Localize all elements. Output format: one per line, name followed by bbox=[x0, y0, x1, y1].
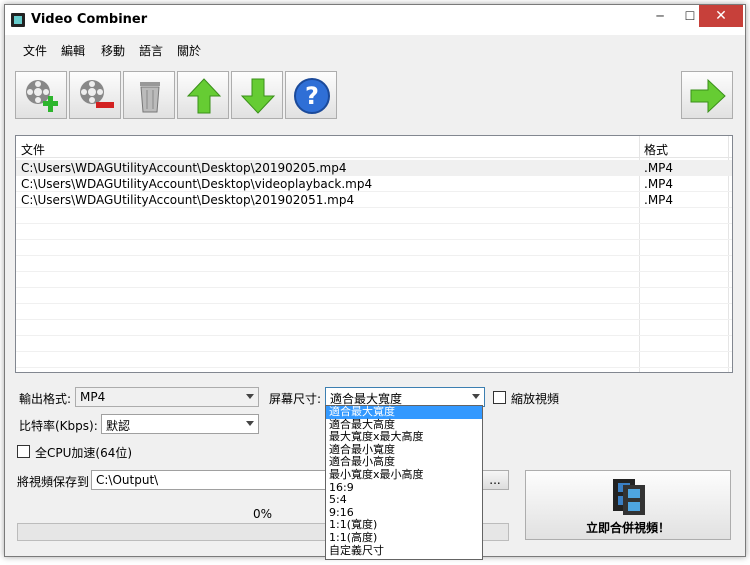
remove-video-button[interactable] bbox=[69, 71, 121, 119]
output-path-value: C:\Output\ bbox=[96, 473, 159, 487]
dropdown-option[interactable]: 最小寬度x最小高度 bbox=[326, 469, 482, 482]
row-file-path: C:\Users\WDAGUtilityAccount\Desktop\vide… bbox=[21, 177, 373, 191]
next-button[interactable] bbox=[681, 71, 733, 119]
trash-icon bbox=[140, 82, 160, 113]
scale-video-checkbox[interactable] bbox=[493, 391, 506, 404]
dropdown-option[interactable]: 適合最大寬度 bbox=[326, 406, 482, 419]
bitrate-select[interactable]: 默認 bbox=[101, 414, 259, 434]
cpu-accel-label: 全CPU加速(64位) bbox=[35, 446, 133, 460]
chevron-down-icon bbox=[246, 421, 254, 426]
dropdown-option[interactable]: 5:4 bbox=[326, 494, 482, 507]
empty-row bbox=[16, 352, 732, 368]
move-up-button[interactable] bbox=[177, 71, 229, 119]
output-format-label: 輸出格式: bbox=[19, 392, 72, 406]
empty-row bbox=[16, 224, 732, 240]
empty-row bbox=[16, 272, 732, 288]
empty-row bbox=[16, 256, 732, 272]
empty-row bbox=[16, 240, 732, 256]
save-to-label: 將視頻保存到 bbox=[17, 475, 90, 489]
arrow-up-icon bbox=[186, 78, 222, 114]
help-button[interactable]: ? bbox=[285, 71, 337, 119]
empty-row bbox=[16, 336, 732, 352]
empty-row bbox=[16, 288, 732, 304]
dropdown-option[interactable]: 自定義尺寸 bbox=[326, 544, 482, 558]
menu-about[interactable]: 關於 bbox=[177, 42, 201, 59]
chevron-down-icon bbox=[472, 394, 480, 399]
output-format-select[interactable]: MP4 bbox=[75, 387, 259, 407]
close-button[interactable]: ✕ bbox=[699, 5, 743, 27]
empty-row bbox=[16, 304, 732, 320]
title-bar: Video Combiner ─ ☐ ✕ bbox=[5, 5, 745, 35]
column-format-header[interactable]: 格式 bbox=[644, 141, 668, 158]
empty-row bbox=[16, 208, 732, 224]
menu-language[interactable]: 語言 bbox=[139, 42, 163, 59]
menu-bar: 文件 編輯 移動 語言 關於 bbox=[5, 39, 745, 59]
dropdown-option[interactable]: 1:1(高度) bbox=[326, 532, 482, 545]
add-video-icon bbox=[26, 80, 58, 112]
browse-button[interactable]: ... bbox=[481, 470, 509, 490]
screen-size-select[interactable]: 適合最大寬度 bbox=[325, 387, 485, 407]
screen-size-dropdown-list[interactable]: 適合最大寬度 適合最大高度 最大寬度x最大高度 適合最小寬度 適合最小高度 最小… bbox=[325, 405, 483, 560]
row-file-path: C:\Users\WDAGUtilityAccount\Desktop\2019… bbox=[21, 193, 355, 207]
chevron-down-icon bbox=[246, 394, 254, 399]
dropdown-option[interactable]: 16:9 bbox=[326, 481, 482, 495]
output-format-value: MP4 bbox=[80, 390, 106, 404]
menu-edit[interactable]: 編輯 bbox=[61, 42, 85, 59]
table-row[interactable]: C:\Users\WDAGUtilityAccount\Desktop\vide… bbox=[16, 176, 732, 192]
add-video-button[interactable] bbox=[15, 71, 67, 119]
screen-size-label: 屏幕尺寸: bbox=[269, 392, 322, 406]
film-strip-icon bbox=[613, 479, 645, 515]
list-header: 文件 格式 bbox=[16, 136, 732, 158]
app-logo-icon bbox=[11, 13, 25, 27]
combine-now-label: 立即合併視頻！ bbox=[585, 521, 670, 535]
bitrate-label: 比特率(Kbps): bbox=[19, 419, 98, 433]
app-window: Video Combiner ─ ☐ ✕ 文件 編輯 移動 語言 關於 ? 文件… bbox=[4, 4, 746, 560]
dropdown-option[interactable]: 最大寬度x最大高度 bbox=[326, 431, 482, 444]
menu-move[interactable]: 移動 bbox=[101, 42, 125, 59]
row-format: .MP4 bbox=[644, 161, 674, 175]
window-title: Video Combiner bbox=[31, 12, 148, 27]
table-row[interactable]: C:\Users\WDAGUtilityAccount\Desktop\2019… bbox=[16, 192, 732, 208]
table-row[interactable]: C:\Users\WDAGUtilityAccount\Desktop\2019… bbox=[16, 160, 732, 176]
column-file-header[interactable]: 文件 bbox=[21, 141, 45, 158]
svg-text:?: ? bbox=[305, 82, 319, 110]
move-down-button[interactable] bbox=[231, 71, 283, 119]
combine-now-button[interactable]: 立即合併視頻！ bbox=[525, 470, 731, 540]
help-icon: ? bbox=[294, 78, 330, 114]
bitrate-value: 默認 bbox=[106, 419, 131, 433]
progress-text: 0% bbox=[253, 507, 273, 521]
clear-list-button[interactable] bbox=[123, 71, 175, 119]
row-file-path: C:\Users\WDAGUtilityAccount\Desktop\2019… bbox=[21, 161, 347, 175]
file-list[interactable]: 文件 格式 C:\Users\WDAGUtilityAccount\Deskto… bbox=[15, 135, 733, 373]
remove-video-icon bbox=[80, 80, 114, 108]
scale-video-label: 縮放視頻 bbox=[511, 392, 560, 406]
menu-file[interactable]: 文件 bbox=[23, 42, 47, 59]
arrow-right-icon bbox=[690, 78, 726, 114]
minimize-button[interactable]: ─ bbox=[645, 5, 675, 27]
arrow-down-icon bbox=[240, 78, 276, 114]
empty-row bbox=[16, 320, 732, 336]
row-format: .MP4 bbox=[644, 193, 674, 207]
row-format: .MP4 bbox=[644, 177, 674, 191]
cpu-accel-checkbox[interactable] bbox=[17, 445, 30, 458]
